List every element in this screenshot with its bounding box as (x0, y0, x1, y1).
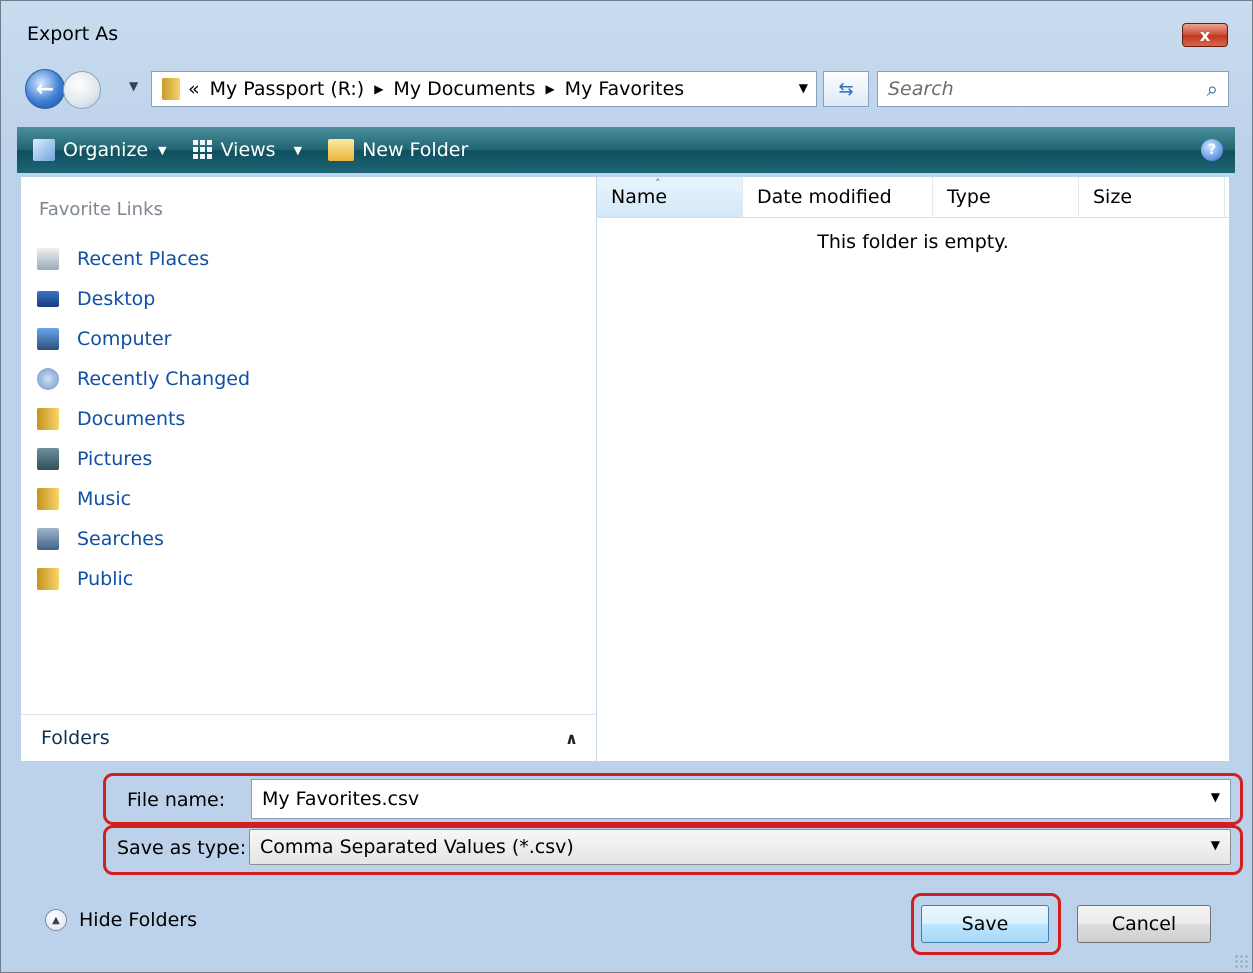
fav-link-label: Computer (77, 328, 172, 350)
export-as-dialog: Export As x ← ▼ « My Passport (R:) ▶ My … (0, 0, 1253, 973)
chevron-down-icon: ▼ (158, 143, 167, 157)
folders-label: Folders (41, 727, 110, 749)
chevron-down-icon: ▼ (293, 143, 303, 157)
save-as-type-value: Comma Separated Values (*.csv) (260, 836, 574, 858)
fav-link-label: Recently Changed (77, 368, 251, 390)
pictures-icon (37, 448, 59, 470)
search-placeholder: Search (888, 78, 954, 100)
fav-link-pictures[interactable]: Pictures (37, 439, 250, 479)
fav-link-recently-changed[interactable]: Recently Changed (37, 359, 250, 399)
fav-link-label: Music (77, 488, 132, 510)
file-name-value: My Favorites.csv (262, 788, 420, 810)
back-arrow-icon: ← (35, 76, 55, 102)
breadcrumb-drive[interactable]: My Passport (R:) (210, 78, 365, 100)
sort-ascending-icon: ˄ (655, 177, 661, 190)
file-name-dropdown-icon[interactable]: ▼ (1211, 790, 1220, 804)
fav-link-computer[interactable]: Computer (37, 319, 250, 359)
address-bar[interactable]: « My Passport (R:) ▶ My Documents ▶ My F… (151, 71, 817, 107)
fav-link-music[interactable]: Music (37, 479, 250, 519)
folder-icon (37, 408, 59, 430)
chevron-up-icon[interactable]: ∧ (565, 729, 578, 748)
hide-folders-button[interactable]: ▲ Hide Folders (45, 909, 197, 931)
breadcrumb-separator-icon[interactable]: ▶ (374, 82, 383, 96)
breadcrumb-overflow[interactable]: « (188, 78, 200, 100)
navigation-pane: Favorite Links Recent Places Desktop Com… (21, 177, 597, 761)
save-as-type-dropdown-icon[interactable]: ▼ (1211, 838, 1220, 852)
fav-link-desktop[interactable]: Desktop (37, 279, 250, 319)
fav-link-label: Public (77, 568, 134, 590)
folders-toggle[interactable]: Folders ∧ (21, 714, 596, 761)
refresh-button[interactable]: ⇆ (823, 71, 869, 107)
folder-icon (37, 488, 59, 510)
help-icon[interactable]: ? (1201, 139, 1223, 161)
column-header-label: Size (1093, 186, 1133, 208)
column-header-size[interactable]: Size (1079, 177, 1225, 217)
close-button[interactable]: x (1182, 23, 1228, 47)
folder-icon (162, 78, 180, 100)
save-as-type-select[interactable]: Comma Separated Values (*.csv) ▼ (249, 829, 1231, 865)
fav-link-public[interactable]: Public (37, 559, 250, 599)
forward-button[interactable] (63, 71, 101, 109)
favorite-links-list: Recent Places Desktop Computer Recently … (37, 239, 250, 599)
empty-folder-message: This folder is empty. (817, 231, 1009, 253)
back-button[interactable]: ← (25, 69, 65, 109)
hide-folders-label: Hide Folders (79, 909, 197, 931)
column-headers: ˄ Name Date modified Type Size (597, 177, 1229, 218)
new-folder-label: New Folder (362, 139, 469, 161)
column-header-label: Type (947, 186, 991, 208)
fav-link-recent-places[interactable]: Recent Places (37, 239, 250, 279)
folder-icon (37, 568, 59, 590)
file-list: ˄ Name Date modified Type Size This fold… (597, 177, 1229, 761)
address-dropdown-icon[interactable]: ▼ (799, 81, 808, 95)
favorite-links-heading: Favorite Links (39, 199, 163, 220)
column-header-type[interactable]: Type (933, 177, 1079, 217)
organize-button[interactable]: Organize ▼ (33, 139, 167, 161)
fav-link-label: Desktop (77, 288, 156, 310)
column-header-name[interactable]: ˄ Name (597, 177, 743, 217)
save-as-type-label: Save as type: (117, 837, 247, 859)
window-title: Export As (27, 23, 119, 45)
breadcrumb-separator-icon[interactable]: ▶ (545, 82, 554, 96)
collapse-up-icon: ▲ (45, 909, 67, 931)
views-icon (192, 140, 213, 160)
resize-grip-icon[interactable] (1234, 954, 1248, 968)
recently-changed-icon (37, 368, 59, 390)
search-input[interactable]: Search ⌕ (877, 71, 1229, 107)
search-icon[interactable]: ⌕ (1207, 77, 1218, 101)
recent-places-icon (37, 248, 59, 270)
fav-link-label: Documents (77, 408, 186, 430)
column-header-label: Date modified (757, 186, 892, 208)
fav-link-searches[interactable]: Searches (37, 519, 250, 559)
command-bar: Organize ▼ Views ▼ New Folder ? (17, 127, 1235, 173)
breadcrumb-documents[interactable]: My Documents (393, 78, 535, 100)
file-name-label: File name: (127, 789, 226, 811)
searches-icon (37, 528, 59, 550)
new-folder-icon (328, 139, 355, 161)
desktop-icon (37, 291, 59, 307)
cancel-button[interactable]: Cancel (1077, 905, 1211, 943)
refresh-icon: ⇆ (838, 78, 854, 100)
breadcrumb-favorites[interactable]: My Favorites (565, 78, 685, 100)
history-dropdown-icon[interactable]: ▼ (129, 79, 138, 93)
fav-link-label: Pictures (77, 448, 153, 470)
new-folder-button[interactable]: New Folder (328, 139, 468, 161)
views-label: Views (220, 139, 276, 161)
computer-icon (37, 328, 59, 350)
file-name-field[interactable]: My Favorites.csv ▼ (251, 779, 1231, 819)
views-button[interactable]: Views ▼ (192, 139, 303, 161)
column-header-date-modified[interactable]: Date modified (743, 177, 933, 217)
organize-icon (33, 139, 55, 161)
fav-link-label: Searches (77, 528, 164, 550)
fav-link-documents[interactable]: Documents (37, 399, 250, 439)
save-button[interactable]: Save (921, 905, 1049, 943)
organize-label: Organize (63, 139, 149, 161)
fav-link-label: Recent Places (77, 248, 210, 270)
